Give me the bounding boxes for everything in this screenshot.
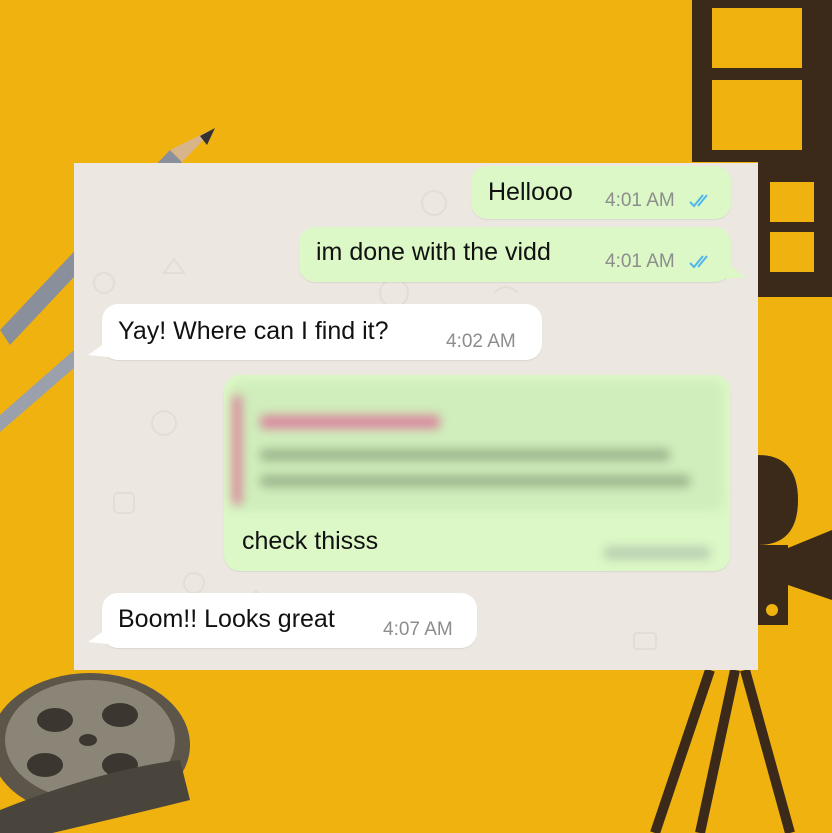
message-bubble-incoming[interactable]: Yay! Where can I find it? 4:02 AM xyxy=(102,304,542,360)
message-time: 4:01 AM xyxy=(605,190,675,211)
message-bubble-outgoing[interactable]: check thisss xyxy=(224,375,730,571)
bubble-tail xyxy=(88,341,108,357)
double-check-icon xyxy=(689,255,708,269)
film-reel-icon xyxy=(0,673,190,833)
message-time: 4:02 AM xyxy=(446,331,516,352)
chat-panel: Hellooo 4:01 AM im done with the vidd 4:… xyxy=(74,163,758,670)
message-time: 4:07 AM xyxy=(383,619,453,640)
bubble-tail xyxy=(726,263,746,279)
message-bubble-incoming[interactable]: Boom!! Looks great 4:07 AM xyxy=(102,593,477,648)
message-bubble-outgoing[interactable]: Hellooo 4:01 AM xyxy=(471,166,731,219)
bubble-tail xyxy=(88,628,108,644)
pencil-icon xyxy=(0,350,74,432)
message-text: Hellooo xyxy=(488,178,573,206)
double-check-icon xyxy=(689,194,708,208)
quoted-message[interactable] xyxy=(230,381,724,511)
message-text: Yay! Where can I find it? xyxy=(118,317,389,345)
message-text: check thisss xyxy=(242,527,379,555)
message-text: Boom!! Looks great xyxy=(118,605,335,633)
message-time: 4:01 AM xyxy=(605,251,675,272)
message-time-blurred xyxy=(604,547,710,559)
message-text: im done with the vidd xyxy=(316,238,551,266)
message-bubble-outgoing[interactable]: im done with the vidd 4:01 AM xyxy=(299,227,731,282)
